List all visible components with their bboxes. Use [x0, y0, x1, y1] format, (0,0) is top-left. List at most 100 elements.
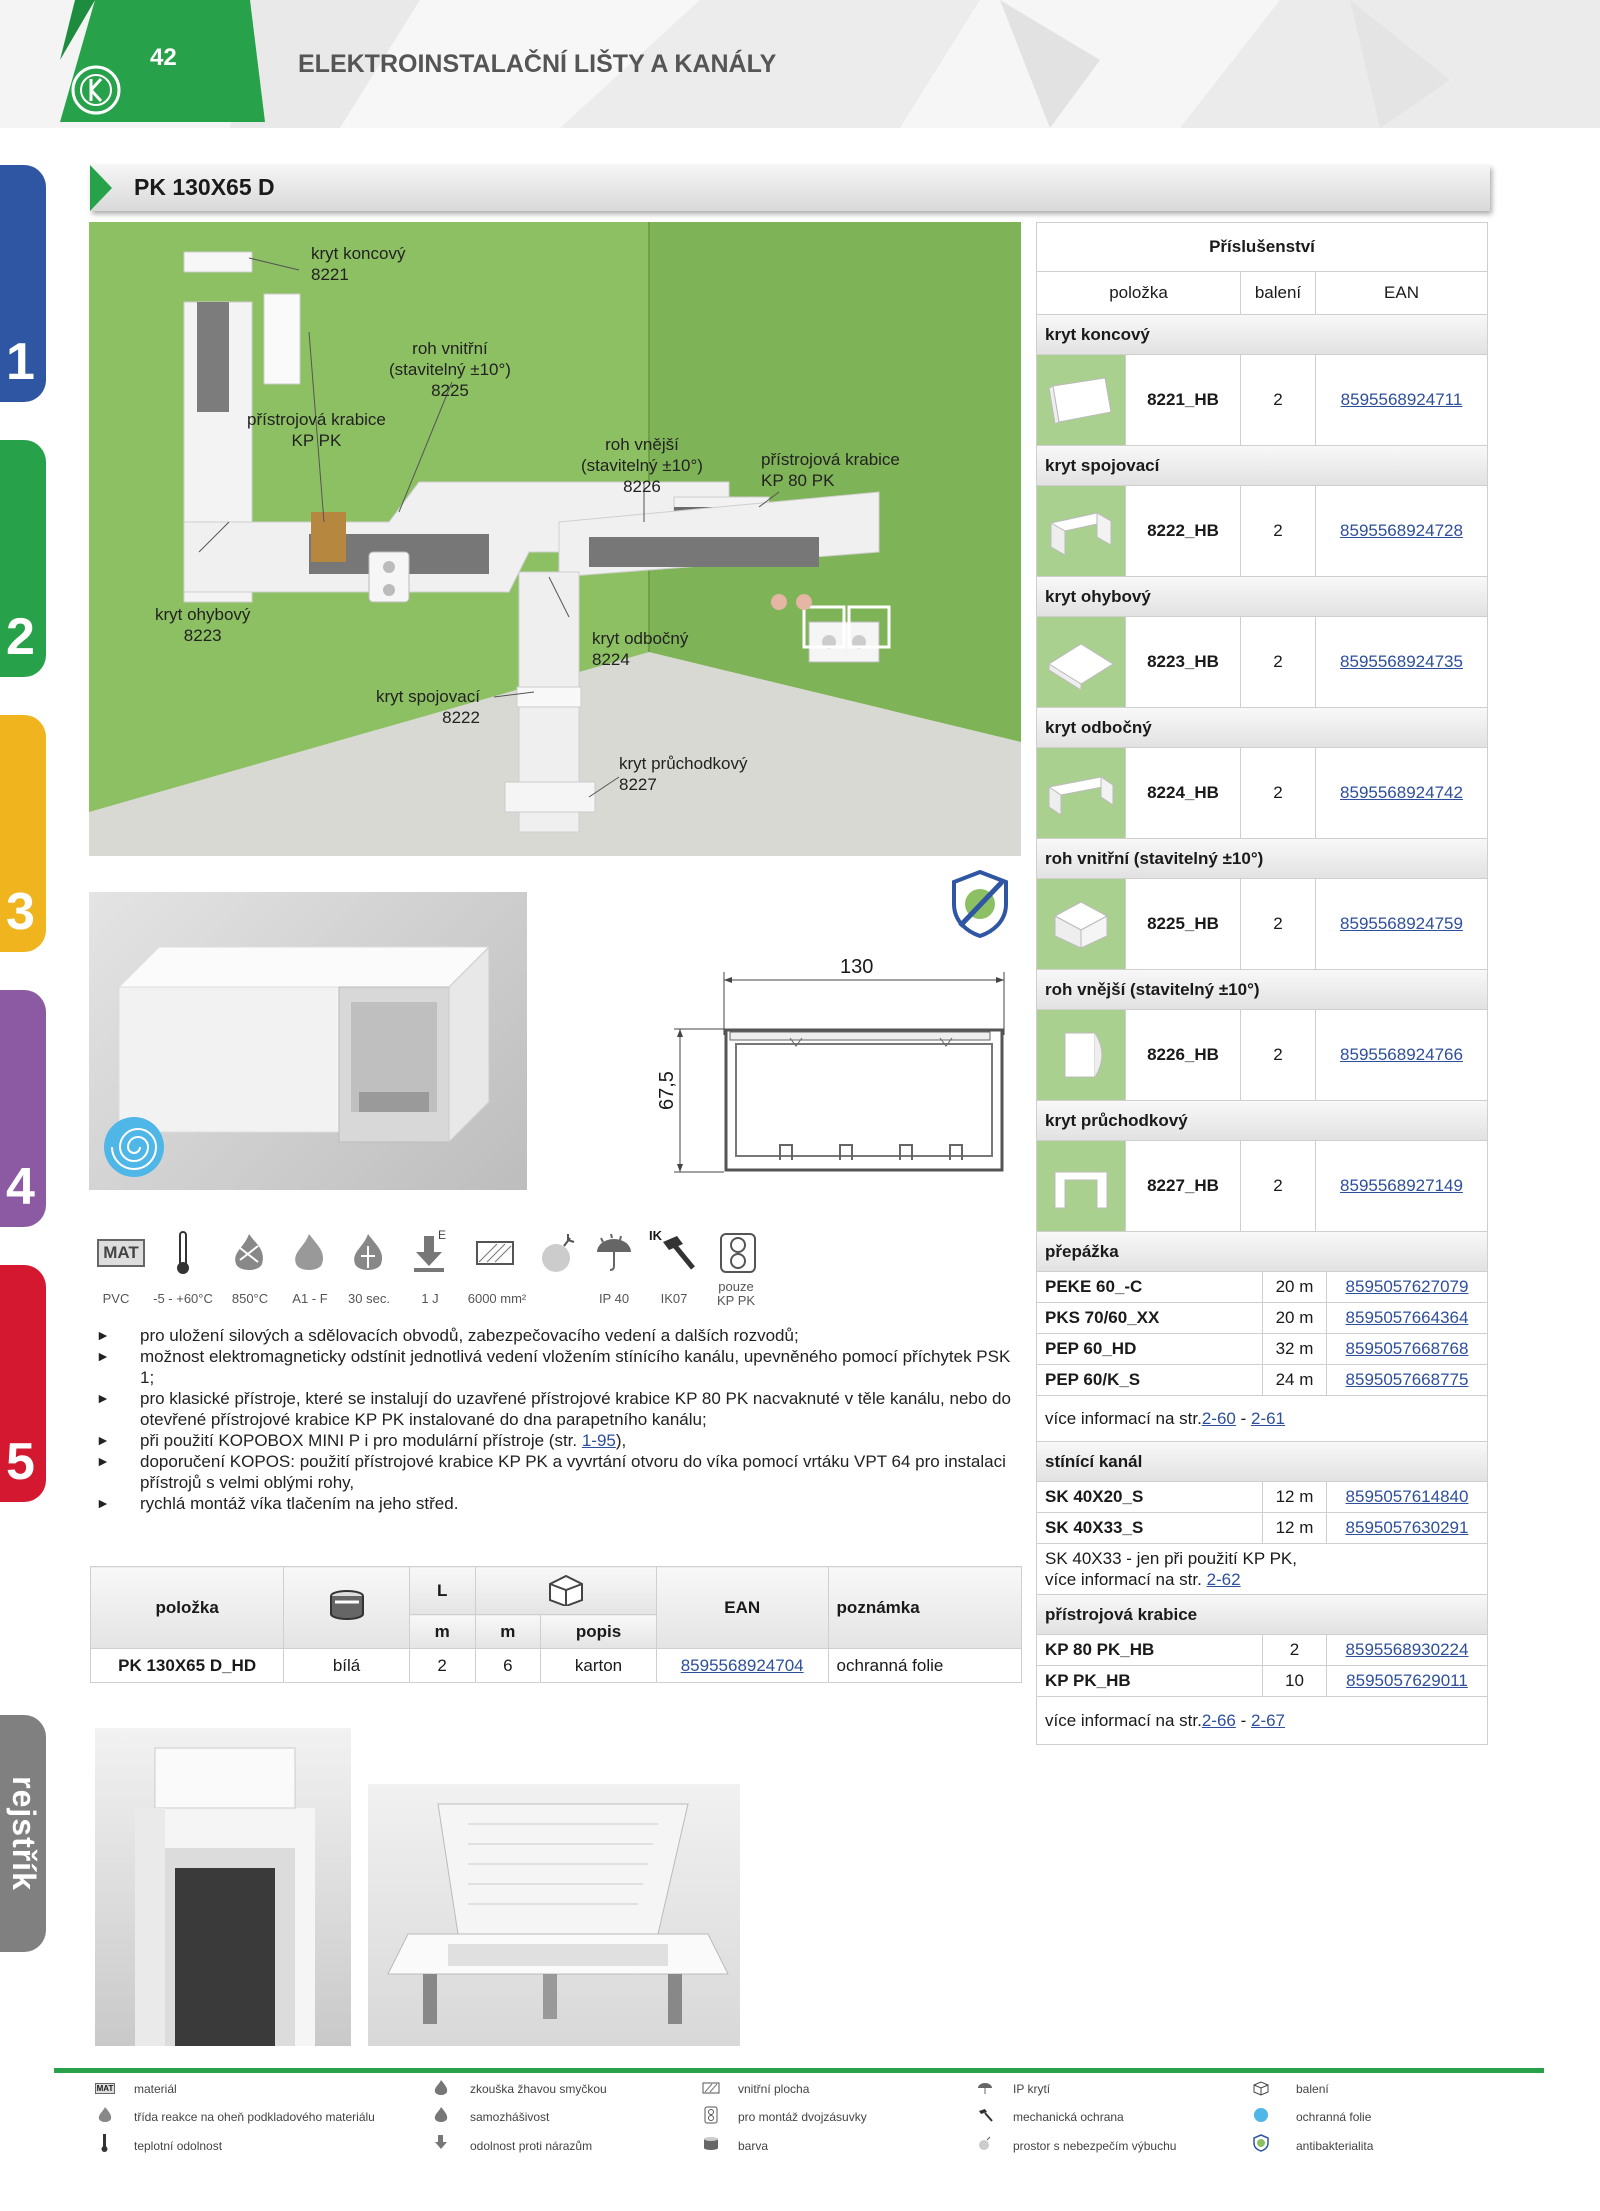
feature-item: pro klasické přístroje, které se instalu… — [92, 1388, 1022, 1430]
drawing-width-label: 130 — [840, 956, 874, 978]
shield-channel-row: SK 40X20_S 12 m 8595057614840 — [1036, 1482, 1488, 1513]
tee-cover-thumbnail — [1037, 748, 1125, 838]
feature-item: pro uložení silových a sdělovacích obvod… — [92, 1325, 1022, 1346]
ean-link[interactable]: 8595568930224 — [1326, 1635, 1487, 1665]
divider-row: PKS 70/60_XX 20 m 8595057664364 — [1036, 1303, 1488, 1334]
ean-link[interactable]: 8595568924735 — [1315, 617, 1487, 707]
floor-box-photo — [368, 1784, 740, 2046]
page-link[interactable]: 2-66 — [1202, 1710, 1236, 1731]
ean-link[interactable]: 8595568924728 — [1315, 486, 1487, 576]
color-can-icon — [700, 2133, 722, 2153]
section-device-box: přístrojová krabice — [1036, 1595, 1488, 1635]
section-tee-cover: kryt odbočný — [1036, 708, 1488, 748]
page-link[interactable]: 2-67 — [1251, 1710, 1285, 1731]
glow-wire-icon — [220, 1230, 278, 1276]
self-extinguishing-icon — [430, 2105, 452, 2125]
ean-link[interactable]: 8595568924759 — [1315, 879, 1487, 969]
ean-link[interactable]: 8595057627079 — [1326, 1272, 1487, 1302]
end-cover-thumbnail — [1037, 355, 1125, 445]
accessory-row: 8221_HB 2 8595568924711 — [1036, 355, 1488, 446]
tab-section-1[interactable]: 1 — [0, 165, 46, 402]
packaging-icon — [474, 1566, 657, 1615]
scene-label-8223: kryt ohybový 8223 — [155, 605, 251, 645]
cell-color: bílá — [283, 1648, 410, 1683]
header-unit-m: m — [408, 1614, 476, 1649]
ean-link[interactable]: 8595568927149 — [1315, 1141, 1487, 1231]
accessories-column-headers: položka balení EAN — [1036, 272, 1488, 315]
impact-energy-icon — [430, 2133, 452, 2153]
ean-link[interactable]: 8595057664364 — [1326, 1303, 1487, 1333]
cell-ean[interactable]: 8595568924704 — [655, 1648, 829, 1683]
legend-text: samozhášivost — [470, 2110, 550, 2124]
page-title: ELEKTROINSTALAČNÍ LIŠTY A KANÁLY — [298, 50, 777, 78]
page-link[interactable]: 2-60 — [1202, 1408, 1236, 1429]
ean-link[interactable]: 8595057668768 — [1326, 1334, 1487, 1364]
inner-area-icon — [700, 2078, 722, 2098]
ean-link[interactable]: 8595057630291 — [1326, 1513, 1487, 1543]
property-label-socket: pouze KP PK — [716, 1279, 756, 1308]
thermometer-icon — [154, 1230, 212, 1276]
legend-text: teplotní odolnost — [134, 2139, 223, 2153]
header-description: popis — [540, 1614, 657, 1649]
scene-label-kp-pk: přístrojová krabice KP PK — [247, 410, 386, 450]
product-table: položka L EAN poznámka m m popis PK 130X… — [89, 1566, 1023, 1683]
legend-text: třída reakce na oheň podkladového materi… — [134, 2110, 375, 2124]
cell-length: 2 — [408, 1648, 476, 1683]
channel-detail-photo — [95, 1728, 351, 2046]
antibacterial-icon — [950, 869, 1010, 939]
header-qty-m: m — [474, 1614, 542, 1649]
color-can-icon — [283, 1566, 410, 1649]
joint-cover-thumbnail — [1037, 486, 1125, 576]
accessory-row: 8225_HB 2 8595568924759 — [1036, 879, 1488, 970]
scene-label-8222: kryt spojovací 8222 — [376, 687, 480, 727]
scene-label-8221: kryt koncový 8221 — [311, 244, 406, 284]
page-link[interactable]: 2-62 — [1207, 1570, 1241, 1589]
ean-link[interactable]: 8595568924711 — [1315, 355, 1487, 445]
col-ean: EAN — [1315, 272, 1487, 314]
explosion-hazard-icon — [974, 2133, 996, 2153]
legend-text: odolnost proti nárazům — [470, 2139, 593, 2153]
header-length: L — [408, 1566, 476, 1615]
scene-label-8226: roh vnější (stavitelný ±10°) 8226 — [581, 435, 703, 496]
header-note: poznámka — [827, 1566, 1023, 1649]
tab-section-5[interactable]: 5 — [0, 1265, 46, 1502]
fire-reaction-icon — [280, 1230, 338, 1276]
accessory-row: 8224_HB 2 8595568924742 — [1036, 748, 1488, 839]
property-label-inner-area: 6000 mm² — [467, 1291, 527, 1306]
accessory-row: 8226_HB 2 8595568924766 — [1036, 1010, 1488, 1101]
ean-link[interactable]: 8595057614840 — [1326, 1482, 1487, 1512]
page-link-1-95[interactable]: 1-95 — [582, 1431, 616, 1450]
double-socket-icon — [700, 2105, 722, 2125]
feature-item: doporučení KOPOS: použití přístrojové kr… — [92, 1451, 1022, 1493]
ik-hammer-icon — [974, 2105, 996, 2125]
ean-link[interactable]: 8595057629011 — [1326, 1666, 1487, 1696]
tab-section-4[interactable]: 4 — [0, 990, 46, 1227]
section-grommet-cover: kryt průchodkový — [1036, 1101, 1488, 1141]
legend-text: barva — [738, 2139, 769, 2153]
shield-channel-note: SK 40X33 - jen při použití KP PK, více in… — [1036, 1544, 1488, 1595]
ean-link[interactable]: 8595568924766 — [1315, 1010, 1487, 1100]
tab-section-2[interactable]: 2 — [0, 440, 46, 677]
tab-section-3[interactable]: 3 — [0, 715, 46, 952]
section-shield-channel: stínící kanál — [1036, 1442, 1488, 1482]
scene-label-8225: roh vnitřní (stavitelný ±10°) 8225 — [389, 339, 511, 400]
accessories-title: Příslušenství — [1036, 222, 1488, 272]
ean-link[interactable]: 8595568924742 — [1315, 748, 1487, 838]
legend-text: IP krytí — [1013, 2082, 1051, 2096]
feature-item: rychlá montáž víka tlačením na jeho stře… — [92, 1493, 1022, 1514]
accessory-row: 8223_HB 2 8595568924735 — [1036, 617, 1488, 708]
scene-label-kp-80-pk: přístrojová krabice KP 80 PK — [761, 450, 900, 490]
product-title-bar — [90, 165, 1490, 211]
section-inner-corner: roh vnitřní (stavitelný ±10°) — [1036, 839, 1488, 879]
feature-item: možnost elektromagneticky odstínit jedno… — [92, 1346, 1022, 1388]
tab-index[interactable]: rejstřík — [0, 1715, 46, 1952]
glow-wire-icon — [430, 2078, 452, 2098]
page-link[interactable]: 2-61 — [1251, 1408, 1285, 1429]
material-icon: MAT — [92, 1230, 150, 1276]
ean-link[interactable]: 8595057668775 — [1326, 1365, 1487, 1395]
packaging-icon — [1250, 2078, 1272, 2098]
kopos-logo — [70, 64, 122, 116]
double-socket-icon — [709, 1230, 767, 1276]
divider-row: PEP 60/K_S 24 m 8595057668775 — [1036, 1365, 1488, 1396]
protective-film-icon — [1250, 2105, 1272, 2125]
